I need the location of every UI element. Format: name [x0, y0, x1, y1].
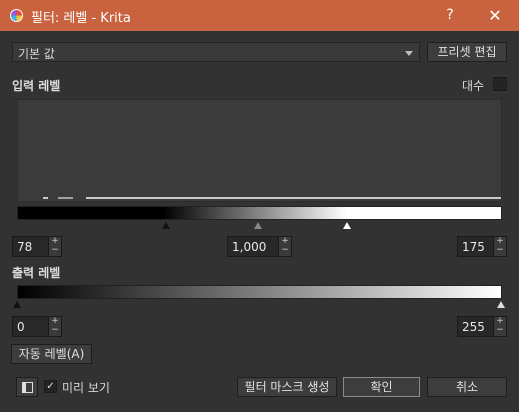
output-white-spinbox[interactable]: 255 + −: [457, 316, 507, 337]
preview-checkbox[interactable]: ✓: [44, 380, 57, 393]
input-gradient: [17, 206, 502, 220]
window-title: 필터: 레벨 - Krita: [31, 11, 131, 26]
output-black-spinbox[interactable]: 0 + −: [12, 316, 62, 337]
input-white-spinbox[interactable]: 175 + −: [457, 236, 507, 257]
output-black-handle[interactable]: [13, 301, 21, 308]
chevron-down-icon: [405, 51, 413, 56]
edit-preset-button[interactable]: 프리셋 편집: [427, 42, 507, 62]
histogram: [17, 99, 502, 202]
krita-icon: [10, 9, 23, 22]
preset-dropdown[interactable]: 기본 값: [12, 42, 420, 62]
logarithmic-checkbox[interactable]: [493, 77, 507, 91]
title-bar: 필터: 레벨 - Krita ? ✕: [0, 0, 519, 31]
spin-arrows[interactable]: + −: [278, 237, 291, 256]
spin-arrows[interactable]: + −: [493, 237, 506, 256]
spin-arrows[interactable]: + −: [493, 317, 506, 336]
gamma-spinbox[interactable]: 1,000 + −: [227, 236, 292, 257]
preview-label: 미리 보기: [62, 381, 110, 395]
help-button[interactable]: ?: [440, 5, 460, 25]
close-button[interactable]: ✕: [484, 5, 506, 27]
input-levels-label: 입력 레벨: [12, 79, 61, 93]
input-white-handle[interactable]: [343, 222, 351, 229]
preset-value: 기본 값: [18, 47, 55, 61]
cancel-button[interactable]: 취소: [427, 377, 507, 397]
output-gradient: [17, 285, 502, 299]
output-white-value: 255: [462, 320, 485, 334]
auto-levels-button[interactable]: 자동 레벨(A): [11, 344, 92, 364]
split-view-toggle-button[interactable]: [16, 377, 38, 397]
split-view-icon: [22, 382, 33, 393]
spin-arrows[interactable]: + −: [48, 317, 61, 336]
output-black-value: 0: [17, 320, 25, 334]
gamma-value: 1,000: [232, 240, 267, 254]
input-gamma-handle[interactable]: [254, 222, 262, 229]
ok-button[interactable]: 확인: [343, 377, 420, 397]
output-levels-label: 출력 레벨: [12, 266, 61, 280]
output-white-handle[interactable]: [497, 301, 505, 308]
input-white-value: 175: [462, 240, 485, 254]
input-black-handle[interactable]: [162, 222, 170, 229]
input-black-value: 78: [17, 240, 33, 254]
logarithmic-label: 대수: [462, 79, 485, 93]
create-filter-mask-button[interactable]: 필터 마스크 생성: [237, 377, 337, 397]
input-black-spinbox[interactable]: 78 + −: [12, 236, 62, 257]
spin-arrows[interactable]: + −: [48, 237, 61, 256]
